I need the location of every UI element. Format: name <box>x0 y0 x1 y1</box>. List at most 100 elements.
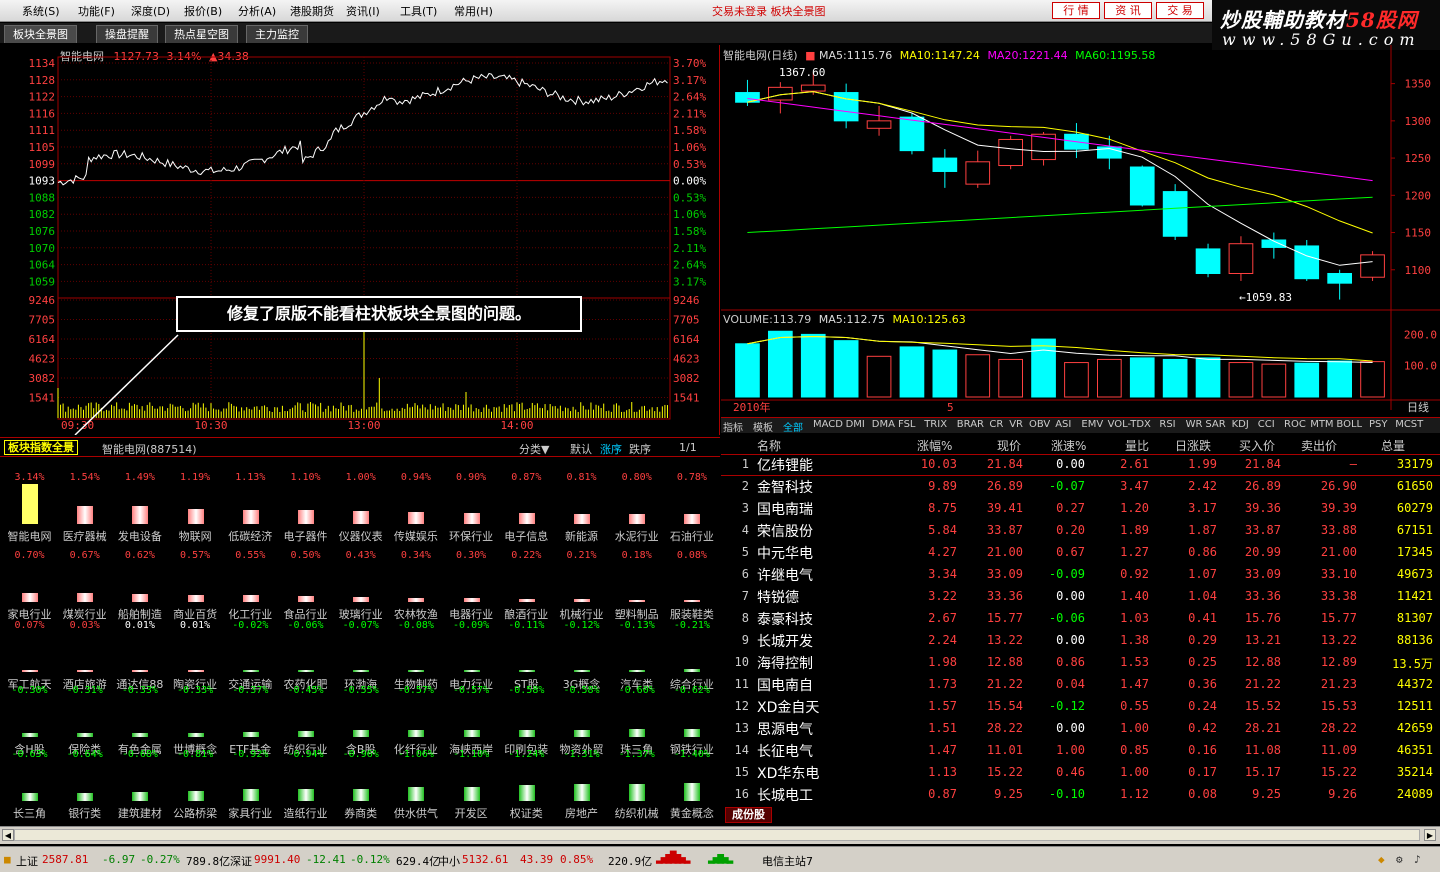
sound-icon[interactable]: ♪ <box>1414 853 1421 866</box>
col-volratio[interactable]: 量比 <box>1125 437 1149 454</box>
sector-tile[interactable]: -0.62% 钢铁行业 <box>664 675 719 756</box>
sector-tile[interactable]: 1.49% 发电设备 <box>112 462 167 543</box>
indicator-tab-23[interactable]: PSY <box>1369 419 1388 430</box>
sector-tile[interactable]: -0.57% 化纤行业 <box>388 675 443 756</box>
indicator-tab-7[interactable]: TRIX <box>924 419 947 430</box>
scroll-left-icon[interactable]: ◀ <box>2 829 14 841</box>
sector-tile[interactable]: 0.34% 农林牧渔 <box>388 540 443 621</box>
scroll-right-icon[interactable]: ▶ <box>1424 829 1436 841</box>
sector-tile[interactable]: 0.30% 电器行业 <box>444 540 499 621</box>
settings-icon[interactable]: ⚙ <box>1396 853 1403 866</box>
table-row[interactable]: 14 长征电气 1.47 11.01 1.00 0.85 0.16 11.08 11.09 463… <box>721 740 1440 762</box>
sector-tile[interactable]: 0.21% 机械行业 <box>554 540 609 621</box>
indicator-tab-20[interactable]: ROC <box>1284 419 1306 430</box>
indicator-tab-13[interactable]: EMV <box>1081 419 1103 430</box>
scroll-thumb[interactable] <box>14 829 1420 841</box>
indicator-tab-17[interactable]: SAR <box>1205 419 1225 430</box>
indicator-tab-12[interactable]: ASI <box>1055 419 1071 430</box>
sector-tile[interactable]: 0.94% 传媒娱乐 <box>388 462 443 543</box>
sector-tile[interactable]: -0.11% ST股 <box>499 610 554 691</box>
sector-tile[interactable]: 0.87% 电子信息 <box>499 462 554 543</box>
kline-chart[interactable]: 智能电网(日线) ■ MA5:1115.76 MA10:1147.24 MA20… <box>721 45 1440 415</box>
sector-tile[interactable]: -0.58% 物资外贸 <box>554 675 609 756</box>
indicator-tab-1[interactable]: 模板 <box>753 419 773 434</box>
table-row[interactable]: 5 中元华电 4.27 21.00 0.67 1.27 0.86 20.99 21.00 1734… <box>721 542 1440 564</box>
sector-tile[interactable]: -0.37% ETF基金 <box>223 675 278 756</box>
table-row[interactable]: 1 亿纬锂能 10.03 21.84 0.00 2.61 1.99 21.84 — 33179 <box>721 454 1440 476</box>
table-row[interactable]: 10 海得控制 1.98 12.88 0.86 1.53 0.25 12.88 12.89 13.… <box>721 652 1440 674</box>
sector-tile[interactable]: -0.06% 农药化肥 <box>278 610 333 691</box>
menu-common[interactable]: 常用(H) <box>454 3 493 19</box>
indicator-tab-24[interactable]: MCST <box>1395 419 1423 430</box>
table-row[interactable]: 4 荣信股份 5.84 33.87 0.20 1.89 1.87 33.87 33.88 6715… <box>721 520 1440 542</box>
indicator-tab-22[interactable]: BOLL <box>1336 419 1362 430</box>
col-price[interactable]: 现价 <box>997 437 1021 454</box>
indicator-tab-10[interactable]: VR <box>1009 419 1023 430</box>
tab-sector-panorama[interactable]: 板块全景图 <box>4 25 77 43</box>
sector-tile[interactable]: 1.00% 仪器仪表 <box>333 462 388 543</box>
intraday-chart[interactable]: 智能电网 1127.73 3.14% ▲34.38 1134 3.70% 1128 3… <box>0 45 720 435</box>
indicator-tab-19[interactable]: CCI <box>1258 419 1275 430</box>
sector-tile[interactable]: -0.07% 环渤海 <box>333 610 388 691</box>
indicator-tab-3[interactable]: MACD <box>813 419 843 430</box>
sector-tile[interactable]: 0.50% 食品行业 <box>278 540 333 621</box>
sort-default[interactable]: 默认 <box>570 441 592 457</box>
sector-tile[interactable]: -0.30% 含H股 <box>2 675 57 756</box>
indicator-tab-9[interactable]: CR <box>989 419 1003 430</box>
table-row[interactable]: 9 长城开发 2.24 13.22 0.00 1.38 0.29 13.21 13.22 8813… <box>721 630 1440 652</box>
sector-tile[interactable]: -0.68% 建筑建材 <box>112 739 167 820</box>
sector-tile[interactable]: 0.55% 化工行业 <box>223 540 278 621</box>
sector-tile[interactable]: -0.02% 交通运输 <box>223 610 278 691</box>
col-bid[interactable]: 买入价 <box>1239 437 1275 454</box>
trade-button[interactable]: 交 易 <box>1156 2 1204 19</box>
sector-tile[interactable]: 0.43% 玻璃行业 <box>333 540 388 621</box>
sector-tile[interactable]: 1.10% 电子器件 <box>278 462 333 543</box>
menu-system[interactable]: 系统(S) <box>22 3 60 19</box>
indicator-tab-6[interactable]: FSL <box>898 419 916 430</box>
sector-tile[interactable]: 0.62% 船舶制造 <box>112 540 167 621</box>
table-row[interactable]: 2 金智科技 9.89 26.89 -0.07 3.47 2.42 26.89 26.90 616… <box>721 476 1440 498</box>
sector-tile[interactable]: -0.94% 造纸行业 <box>278 739 333 820</box>
sector-tile[interactable]: -0.60% 珠三角 <box>609 675 664 756</box>
col-name[interactable]: 名称 <box>757 437 781 454</box>
sector-tile[interactable]: 0.07% 军工航天 <box>2 610 57 691</box>
server-status[interactable]: 电信主站7 <box>762 853 813 869</box>
sort-category-dropdown[interactable]: 分类▼ <box>519 441 549 457</box>
indicator-tab-21[interactable]: MTM <box>1310 419 1333 430</box>
sector-index-tag[interactable]: 板块指数全景 <box>4 440 78 455</box>
sector-tile[interactable]: 0.01% 陶瓷行业 <box>168 610 223 691</box>
col-ask[interactable]: 卖出价 <box>1301 437 1337 454</box>
indicator-tab-0[interactable]: 指标 <box>723 419 743 434</box>
sector-tile[interactable]: -0.96% 券商类 <box>333 739 388 820</box>
menu-function[interactable]: 功能(F) <box>78 3 115 19</box>
col-pct[interactable]: 涨幅% <box>917 437 952 454</box>
news-button[interactable]: 资 讯 <box>1104 2 1152 19</box>
sector-tile[interactable]: 0.08% 服装鞋类 <box>664 540 719 621</box>
sector-tile[interactable]: 0.18% 塑料制品 <box>609 540 664 621</box>
constituent-tab[interactable]: 成份股 <box>725 807 772 823</box>
sector-tile[interactable]: 0.01% 通达信88 <box>112 610 167 691</box>
sector-tile[interactable]: -0.45% 纺织行业 <box>278 675 333 756</box>
sector-tile[interactable]: -1.37% 纺织机械 <box>609 739 664 820</box>
sector-tile[interactable]: 0.67% 煤炭行业 <box>57 540 112 621</box>
menu-depth[interactable]: 深度(D) <box>131 3 170 19</box>
sector-tile[interactable]: -0.92% 家具行业 <box>223 739 278 820</box>
tab-trade-alert[interactable]: 操盘提醒 <box>96 25 158 43</box>
horizontal-scrollbar[interactable]: ◀ ▶ <box>0 826 1440 844</box>
table-row[interactable]: 3 国电南瑞 8.75 39.41 0.27 1.20 3.17 39.36 39.39 6027… <box>721 498 1440 520</box>
sector-tile[interactable]: -0.81% 公路桥梁 <box>168 739 223 820</box>
sector-tile[interactable]: 0.22% 酿酒行业 <box>499 540 554 621</box>
sector-tile[interactable]: 0.80% 水泥行业 <box>609 462 664 543</box>
sector-tile[interactable]: -1.40% 黄金概念 <box>664 739 719 820</box>
sector-tile[interactable]: 0.90% 环保行业 <box>444 462 499 543</box>
sector-tile[interactable]: 0.03% 酒店旅游 <box>57 610 112 691</box>
sector-tile[interactable]: -0.31% 保险类 <box>57 675 112 756</box>
tab-main-monitor[interactable]: 主力监控 <box>246 25 308 43</box>
table-row[interactable]: 6 许继电气 3.34 33.09 -0.09 0.92 1.07 33.09 33.10 496… <box>721 564 1440 586</box>
zx-label[interactable]: 中小 <box>438 853 460 869</box>
menu-hk-futures[interactable]: 港股期货 <box>290 3 334 19</box>
indicator-tab-11[interactable]: OBV <box>1029 419 1050 430</box>
menu-analysis[interactable]: 分析(A) <box>238 3 276 19</box>
indicator-tab-5[interactable]: DMA <box>872 419 895 430</box>
indicator-tab-4[interactable]: DMI <box>846 419 865 430</box>
